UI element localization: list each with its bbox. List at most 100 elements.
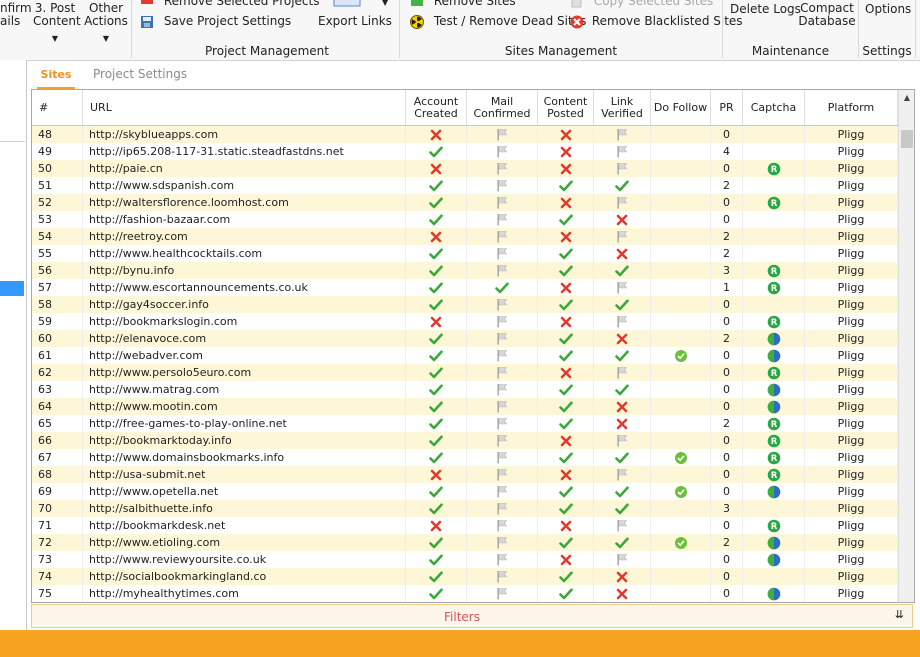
table-row[interactable]: 52 http://waltersflorence.loomhost.com 0 R P… xyxy=(32,194,898,211)
test-remove-dead-sites-button[interactable]: Test / Remove Dead Sites xyxy=(410,14,586,29)
column-header-account-created[interactable]: Account Created xyxy=(406,90,467,125)
table-row[interactable]: 51 http://www.sdspanish.com 2 Pligg xyxy=(32,177,898,194)
table-row[interactable]: 68 http://usa-submit.net 0 R Pligg xyxy=(32,466,898,483)
row-number: 63 xyxy=(32,381,83,398)
tab-sites[interactable]: Sites xyxy=(37,66,75,89)
table-row[interactable]: 72 http://www.etioling.com 2 Pligg xyxy=(32,534,898,551)
row-url: http://www.escortannouncements.co.uk xyxy=(83,279,406,296)
content-posted-cell xyxy=(538,126,594,143)
table-row[interactable]: 58 http://gay4soccer.info 0 Pligg xyxy=(32,296,898,313)
mail-confirmed-cell xyxy=(467,500,538,517)
column-header-pr[interactable]: PR xyxy=(711,90,743,125)
row-number: 48 xyxy=(32,126,83,143)
account-created-cell xyxy=(406,313,467,330)
row-number: 72 xyxy=(32,534,83,551)
column-header-number[interactable]: # xyxy=(32,90,83,125)
link-verified-cell xyxy=(594,160,651,177)
compact-database-button[interactable]: Compact Database xyxy=(798,2,856,28)
column-header-url[interactable]: URL xyxy=(83,90,406,125)
content-posted-cell xyxy=(538,534,594,551)
table-row[interactable]: 61 http://webadver.com 0 Pligg xyxy=(32,347,898,364)
table-row[interactable]: 75 http://myhealthytimes.com 0 Pligg xyxy=(32,585,898,602)
copy-selected-sites-button[interactable]: Copy Selected Sites xyxy=(570,0,713,9)
captcha-cell: R xyxy=(743,364,805,381)
chevron-down-icon[interactable]: ▼ xyxy=(382,0,388,7)
do-follow-check-icon xyxy=(674,536,687,549)
flag-icon xyxy=(497,316,508,328)
do-follow-cell xyxy=(651,143,711,160)
remove-selected-projects-button[interactable]: Remove Selected Projects xyxy=(140,0,319,9)
pr-cell: 0 xyxy=(711,517,743,534)
column-header-platform[interactable]: Platform xyxy=(805,90,898,125)
content-posted-cell xyxy=(538,568,594,585)
table-row[interactable]: 60 http://elenavoce.com 2 Pligg xyxy=(32,330,898,347)
column-header-mail-confirmed[interactable]: Mail Confirmed xyxy=(467,90,538,125)
table-row[interactable]: 49 http://ip65.208-117-31.static.steadfas… xyxy=(32,143,898,160)
captcha-solver-icon xyxy=(767,349,780,362)
captcha-cell xyxy=(743,126,805,143)
scroll-up-arrow-icon[interactable]: ▲ xyxy=(899,90,914,106)
account-created-cell xyxy=(406,449,467,466)
table-row[interactable]: 66 http://bookmarktoday.info 0 R Pligg xyxy=(32,432,898,449)
project-list-panel[interactable] xyxy=(0,60,27,630)
check-icon xyxy=(429,146,443,157)
table-row[interactable]: 74 http://socialbookmarkingland.co 0 Pligg xyxy=(32,568,898,585)
tab-project-settings[interactable]: Project Settings xyxy=(93,67,187,81)
column-header-do-follow[interactable]: Do Follow xyxy=(651,90,711,125)
captcha-solver-icon xyxy=(767,383,780,396)
remove-sites-button[interactable]: Remove Sites xyxy=(410,0,516,9)
post-content-button[interactable]: 3. Post Content ▼ xyxy=(33,2,81,45)
expand-chevron-icon[interactable]: ⇊ xyxy=(895,608,904,621)
captcha-cell xyxy=(743,585,805,602)
status-bar xyxy=(0,630,920,657)
captcha-cell xyxy=(743,228,805,245)
table-row[interactable]: 48 http://skyblueapps.com 0 Pligg xyxy=(32,126,898,143)
column-header-content-posted[interactable]: Content Posted xyxy=(538,90,594,125)
row-url: http://paie.cn xyxy=(83,160,406,177)
vertical-scrollbar[interactable]: ▲ xyxy=(898,90,914,602)
content-posted-label-2: Posted xyxy=(547,106,584,120)
scrollbar-thumb[interactable] xyxy=(901,130,913,148)
row-url: http://socialbookmarkingland.co xyxy=(83,568,406,585)
do-follow-cell xyxy=(651,449,711,466)
row-url: http://www.sdspanish.com xyxy=(83,177,406,194)
row-number: 75 xyxy=(32,585,83,602)
column-header-captcha[interactable]: Captcha xyxy=(743,90,805,125)
table-row[interactable]: 55 http://www.healthcocktails.com 2 Pligg xyxy=(32,245,898,262)
table-row[interactable]: 62 http://www.persolo5euro.com 0 R Pligg xyxy=(32,364,898,381)
delete-logs-button[interactable]: Delete Logs xyxy=(730,2,801,16)
other-actions-button[interactable]: Other Actions ▼ xyxy=(84,2,128,45)
column-header-link-verified[interactable]: Link Verified xyxy=(594,90,651,125)
table-row[interactable]: 71 http://bookmarkdesk.net 0 R Pligg xyxy=(32,517,898,534)
table-row[interactable]: 59 http://bookmarkslogin.com 0 R Pligg xyxy=(32,313,898,330)
confirm-emails-button[interactable]: nfirm ails xyxy=(0,2,32,28)
table-row[interactable]: 73 http://www.reviewyoursite.co.uk 0 Pligg xyxy=(32,551,898,568)
table-row[interactable]: 65 http://free-games-to-play-online.net 2 R… xyxy=(32,415,898,432)
filters-panel[interactable]: Filters ⇊ xyxy=(31,604,913,628)
content-posted-cell xyxy=(538,262,594,279)
export-links-button[interactable]: Export Links xyxy=(318,14,392,28)
table-row[interactable]: 57 http://www.escortannouncements.co.uk 1 R… xyxy=(32,279,898,296)
table-row[interactable]: 69 http://www.opetella.net 0 Pligg xyxy=(32,483,898,500)
mail-confirmed-cell xyxy=(467,262,538,279)
project-list-selected-item[interactable] xyxy=(0,281,24,296)
table-row[interactable]: 53 http://fashion-bazaar.com 0 Pligg xyxy=(32,211,898,228)
row-number: 55 xyxy=(32,245,83,262)
table-row[interactable]: 54 http://reetroy.com 2 Pligg xyxy=(32,228,898,245)
table-row[interactable]: 70 http://salbithuette.info 3 Pligg xyxy=(32,500,898,517)
table-row[interactable]: 64 http://www.mootin.com 0 Pligg xyxy=(32,398,898,415)
remove-blacklisted-sites-button[interactable]: Remove Blacklisted Sites xyxy=(570,14,743,29)
content-posted-cell xyxy=(538,211,594,228)
account-created-cell xyxy=(406,585,467,602)
options-button[interactable]: Options xyxy=(865,2,911,16)
save-project-settings-button[interactable]: Save Project Settings xyxy=(140,14,291,29)
link-verified-cell xyxy=(594,330,651,347)
table-row[interactable]: 63 http://www.matrag.com 0 Pligg xyxy=(32,381,898,398)
mail-confirmed-cell xyxy=(467,194,538,211)
cross-icon xyxy=(430,231,442,242)
table-row[interactable]: 67 http://www.domainsbookmarks.info 0 R Plig… xyxy=(32,449,898,466)
table-row[interactable]: 56 http://bynu.info 3 R Pligg xyxy=(32,262,898,279)
table-row[interactable]: 50 http://paie.cn 0 R Pligg xyxy=(32,160,898,177)
row-url: http://gay4soccer.info xyxy=(83,296,406,313)
content-posted-cell xyxy=(538,483,594,500)
